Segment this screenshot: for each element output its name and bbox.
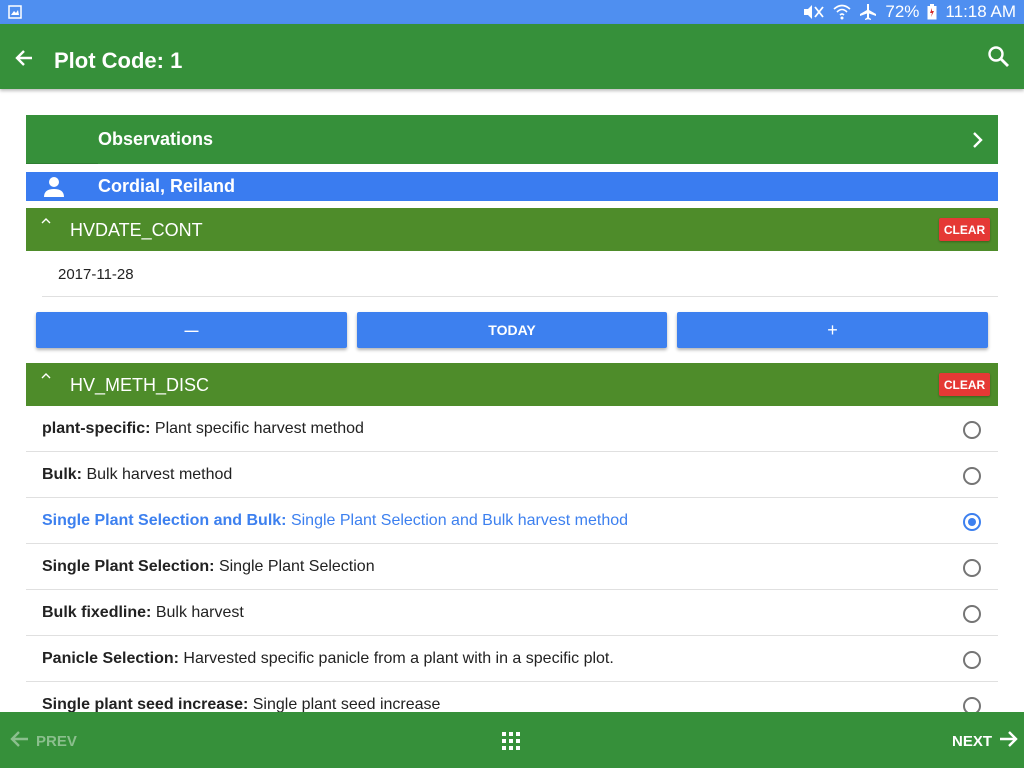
radio-button[interactable] bbox=[963, 651, 981, 669]
hvdate-value-field[interactable]: 2017-11-28 bbox=[42, 252, 998, 297]
person-icon bbox=[42, 176, 66, 198]
option-text: Single Plant Selection: Single Plant Sel… bbox=[42, 558, 375, 576]
today-button[interactable]: TODAY bbox=[357, 312, 667, 348]
option-desc: Single plant seed increase bbox=[252, 696, 441, 713]
option-row[interactable]: Bulk: Bulk harvest method bbox=[26, 452, 998, 498]
status-icons: 72% 11:18 AM bbox=[801, 2, 1016, 22]
hvmeth-section-header: HV_METH_DISC CLEAR bbox=[26, 363, 998, 406]
wifi-icon bbox=[833, 4, 851, 20]
hvdate-title: HVDATE_CONT bbox=[70, 220, 203, 240]
option-row-selected[interactable]: Single Plant Selection and Bulk: Single … bbox=[26, 498, 998, 544]
divider bbox=[26, 163, 98, 164]
battery-icon bbox=[927, 4, 937, 20]
hvmeth-title: HV_METH_DISC bbox=[70, 375, 210, 395]
radio-button-selected[interactable] bbox=[963, 513, 981, 531]
user-name: Cordial, Reiland bbox=[98, 176, 236, 196]
observations-label: Observations bbox=[98, 129, 214, 149]
battery-percent: 72% bbox=[885, 2, 920, 21]
option-text: Panicle Selection: Harvested specific pa… bbox=[42, 650, 614, 668]
arrow-left-icon bbox=[10, 730, 30, 752]
option-desc: Bulk harvest method bbox=[86, 466, 233, 483]
hvdate-clear-button[interactable]: CLEAR bbox=[939, 218, 990, 241]
option-row[interactable]: Bulk fixedline: Bulk harvest bbox=[26, 590, 998, 636]
decrement-date-button[interactable]: — bbox=[36, 312, 347, 348]
bottom-nav-bar: PREV NEXT bbox=[0, 712, 1024, 768]
prev-label: PREV bbox=[36, 732, 77, 750]
option-text: Bulk: Bulk harvest method bbox=[42, 466, 232, 484]
option-desc: Single Plant Selection bbox=[218, 558, 375, 575]
mute-icon bbox=[801, 4, 825, 20]
option-desc: Harvested specific panicle from a plant … bbox=[183, 650, 614, 667]
radio-button[interactable] bbox=[963, 421, 981, 439]
option-key: Bulk: bbox=[42, 466, 82, 483]
app-bar: Plot Code: 1 bbox=[0, 24, 1024, 89]
search-icon[interactable] bbox=[986, 44, 1012, 70]
next-button[interactable]: NEXT bbox=[952, 730, 1018, 752]
increment-date-button[interactable]: + bbox=[677, 312, 988, 348]
prev-button[interactable]: PREV bbox=[10, 730, 77, 752]
hvmeth-clear-button[interactable]: CLEAR bbox=[939, 373, 990, 396]
airplane-mode-icon bbox=[859, 3, 877, 21]
radio-button[interactable] bbox=[963, 605, 981, 623]
option-text: Bulk fixedline: Bulk harvest bbox=[42, 604, 244, 622]
observations-row[interactable]: Observations bbox=[26, 115, 998, 164]
option-text: plant-specific: Plant specific harvest m… bbox=[42, 420, 364, 438]
clock: 11:18 AM bbox=[945, 2, 1016, 21]
option-desc: Single Plant Selection and Bulk harvest … bbox=[290, 512, 629, 529]
option-key: plant-specific: bbox=[42, 420, 151, 437]
chevron-right-icon bbox=[966, 129, 988, 151]
page-title: Plot Code: 1 bbox=[54, 48, 183, 73]
radio-button[interactable] bbox=[963, 559, 981, 577]
next-label: NEXT bbox=[952, 732, 993, 750]
hvdate-section-header: HVDATE_CONT CLEAR bbox=[26, 208, 998, 251]
status-bar: 72% 11:18 AM bbox=[0, 0, 1024, 24]
option-key: Single Plant Selection and Bulk: bbox=[42, 512, 287, 529]
radio-button[interactable] bbox=[963, 467, 981, 485]
option-desc: Bulk harvest bbox=[155, 604, 244, 621]
collapse-caret-icon[interactable] bbox=[41, 216, 51, 227]
option-desc: Plant specific harvest method bbox=[154, 420, 364, 437]
option-row[interactable]: Single Plant Selection: Single Plant Sel… bbox=[26, 544, 998, 590]
option-text: Single Plant Selection and Bulk: Single … bbox=[42, 512, 628, 530]
user-row: Cordial, Reiland bbox=[26, 172, 998, 201]
option-key: Panicle Selection: bbox=[42, 650, 179, 667]
grid-menu-icon[interactable] bbox=[502, 732, 520, 750]
option-key: Bulk fixedline: bbox=[42, 604, 152, 621]
option-row[interactable]: Panicle Selection: Harvested specific pa… bbox=[26, 636, 998, 682]
back-arrow-icon[interactable] bbox=[12, 45, 38, 71]
option-key: Single plant seed increase: bbox=[42, 696, 249, 713]
option-row[interactable]: plant-specific: Plant specific harvest m… bbox=[26, 406, 998, 452]
gallery-notification-icon bbox=[8, 5, 22, 19]
option-key: Single Plant Selection: bbox=[42, 558, 215, 575]
arrow-right-icon bbox=[998, 730, 1018, 752]
collapse-caret-icon[interactable] bbox=[41, 371, 51, 382]
